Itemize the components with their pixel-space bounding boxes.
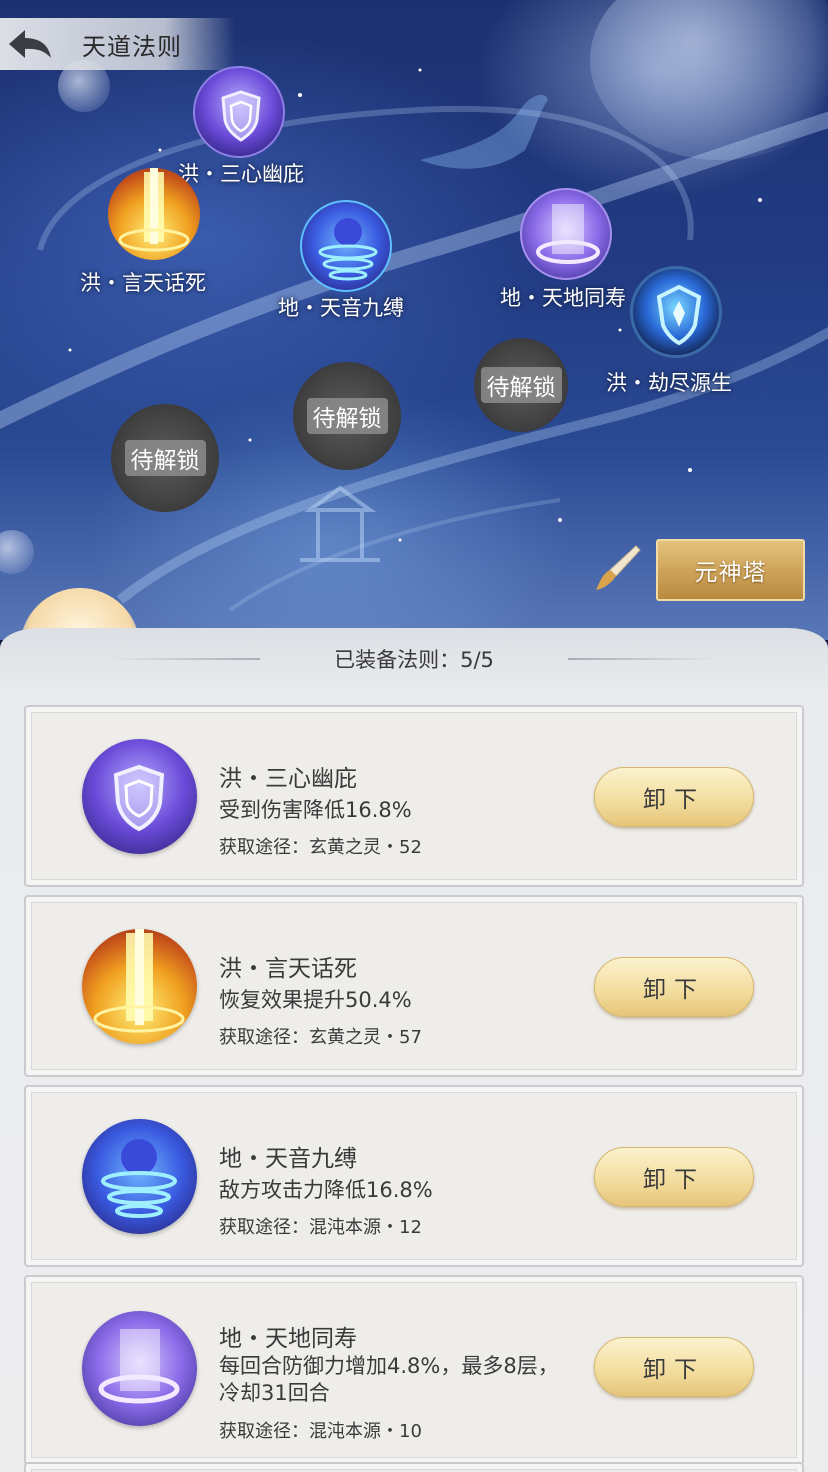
law-source: 获取途径：玄黄之灵・52: [219, 837, 422, 858]
law-card: 地・天地同寿 每回合防御力增加4.8%，最多8层，冷却31回合 获取途径：混沌本…: [24, 1275, 804, 1465]
law-effect: 每回合防御力增加4.8%，最多8层，冷却31回合: [219, 1354, 559, 1405]
law-card: [24, 1462, 804, 1472]
law-node-pillar-ring[interactable]: [520, 188, 612, 280]
unload-button[interactable]: 卸下: [594, 767, 754, 827]
law-effect: 恢复效果提升50.4%: [219, 988, 412, 1012]
crystal-shield-icon: [656, 284, 702, 346]
shield-icon: [221, 90, 261, 142]
law-source: 获取途径：混沌本源・12: [219, 1217, 422, 1238]
law-name: 洪・三心幽庇: [219, 766, 357, 792]
shield-icon: [82, 739, 197, 854]
law-node-crystal-shield[interactable]: [630, 266, 722, 358]
light-pillar-icon: [82, 929, 197, 1044]
law-effect: 敌方攻击力降低16.8%: [219, 1178, 433, 1202]
locked-label: 待解锁: [480, 367, 562, 403]
law-card: 洪・言天话死 恢复效果提升50.4% 获取途径：玄黄之灵・57 卸下: [24, 895, 804, 1077]
equipped-count: 已装备法则：5/5: [0, 638, 828, 680]
law-node-label: 洪・劫尽源生: [606, 371, 732, 395]
unload-button[interactable]: 卸下: [594, 957, 754, 1017]
locked-label: 待解锁: [306, 398, 388, 434]
law-name: 地・天音九缚: [219, 1146, 357, 1172]
unload-button[interactable]: 卸下: [594, 1147, 754, 1207]
whirlwind-icon: [82, 1119, 197, 1234]
pillar-ring-icon: [536, 204, 600, 264]
law-node-whirlwind[interactable]: [300, 200, 392, 292]
law-node-label: 地・天地同寿: [500, 286, 626, 310]
brush-icon[interactable]: [592, 542, 644, 594]
unload-button[interactable]: 卸下: [594, 1337, 754, 1397]
top-bar: 天道法则: [0, 18, 235, 70]
whirlwind-icon: [318, 218, 378, 281]
light-pillar-icon: [118, 168, 190, 252]
law-name: 洪・言天话死: [219, 956, 357, 982]
locked-node[interactable]: 待解锁: [293, 362, 401, 470]
locked-node[interactable]: 待解锁: [111, 404, 219, 512]
law-node-light-pillar[interactable]: [108, 168, 200, 260]
equipped-panel: 已装备法则：5/5 洪・三心幽庇 受到伤害降低16.8% 获取途径：玄黄之灵・5…: [0, 628, 828, 1472]
locked-node[interactable]: 待解锁: [474, 338, 568, 432]
locked-label: 待解锁: [124, 440, 206, 476]
back-arrow-icon: [9, 30, 51, 58]
law-card: 地・天音九缚 敌方攻击力降低16.8% 获取途径：混沌本源・12 卸下: [24, 1085, 804, 1267]
back-button[interactable]: [0, 18, 60, 70]
law-source: 获取途径：玄黄之灵・57: [219, 1027, 422, 1048]
law-node-shield[interactable]: [193, 66, 285, 158]
law-effect: 受到伤害降低16.8%: [219, 798, 412, 822]
pillar-ring-icon: [82, 1311, 197, 1426]
law-card: 洪・三心幽庇 受到伤害降低16.8% 获取途径：玄黄之灵・52 卸下: [24, 705, 804, 887]
law-source: 获取途径：混沌本源・10: [219, 1421, 422, 1442]
law-node-label: 洪・言天话死: [80, 271, 206, 295]
law-node-label: 地・天音九缚: [278, 296, 404, 320]
tower-button[interactable]: 元神塔: [656, 539, 805, 601]
law-name: 地・天地同寿: [219, 1326, 357, 1352]
page-title: 天道法则: [82, 32, 182, 61]
star-map: 天道法则 洪・三心幽庇 洪・言天话死 地・天音九缚 地・天地同寿 洪・劫尽源生 …: [0, 0, 828, 640]
